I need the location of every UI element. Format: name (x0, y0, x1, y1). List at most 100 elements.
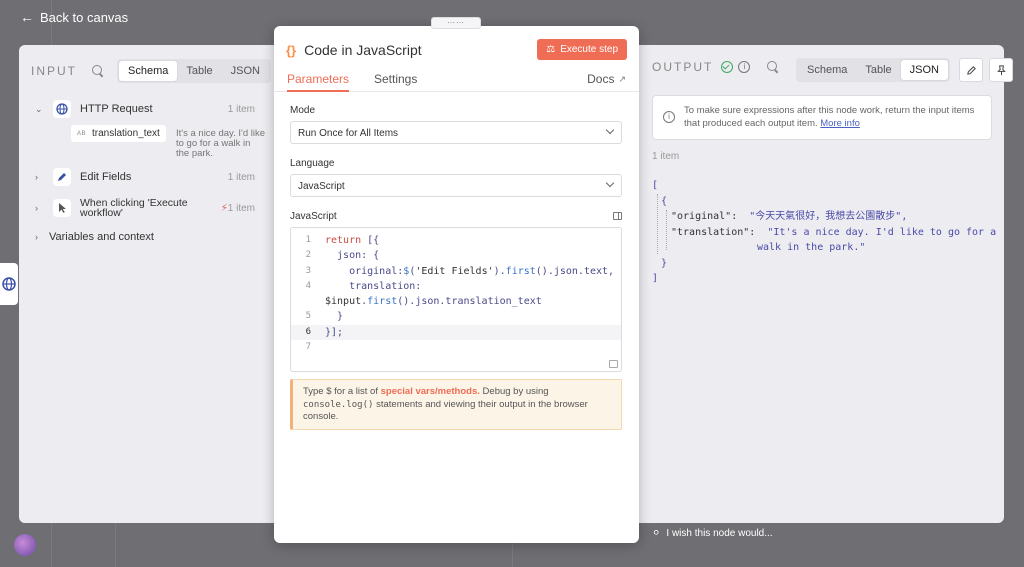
info-icon[interactable]: i (738, 61, 751, 73)
tab-settings[interactable]: Settings (374, 72, 417, 86)
side-globe-icon[interactable] (0, 263, 18, 305)
pointer-icon (53, 199, 71, 217)
chevron-right-icon[interactable]: › (35, 203, 49, 213)
code-line: 7 (305, 342, 311, 353)
output-notice: i To make sure expressions after this no… (652, 95, 992, 140)
output-view-schema[interactable]: Schema (798, 60, 856, 80)
json-close-brace: } (661, 257, 668, 269)
output-view-toggle: Schema Table JSON (796, 58, 950, 82)
json-row-translation[interactable]: "translation": "It's a nice day. I'd lik… (652, 225, 997, 241)
input-title: INPUT (31, 64, 77, 78)
canvas-divider (115, 523, 116, 567)
code-line: 3 original:$('Edit Fields').first().json… (305, 265, 615, 277)
code-line: $input.first().json.translation_text (325, 296, 542, 308)
pin-icon (996, 64, 1006, 75)
input-header: INPUT Schema Table JSON (31, 59, 271, 83)
code-line: 1 return [{ (305, 235, 380, 246)
canvas-divider (512, 543, 513, 567)
code-editor[interactable]: 1 return [{ 2 json: { 3 original:$('Edit … (290, 227, 622, 372)
code-label: JavaScript (290, 211, 337, 222)
language-select[interactable]: JavaScript (290, 174, 622, 197)
code-hint: Type $ for a list of special vars/method… (290, 379, 622, 430)
modal-title-row: {} Code in JavaScript ⚖ Execute step (286, 39, 627, 60)
tree-node-edit-fields[interactable]: › Edit Fields 1 item (35, 167, 267, 187)
tab-parameters[interactable]: Parameters (287, 72, 349, 86)
code-line: 4 translation: (305, 280, 422, 292)
mode-select[interactable]: Run Once for All Items (290, 121, 622, 144)
special-vars-link[interactable]: special vars/methods. (381, 386, 480, 397)
search-icon[interactable] (91, 64, 105, 78)
output-title: OUTPUT (652, 60, 714, 74)
code-line-active: 6}]; (291, 324, 621, 341)
flask-icon: ⚖ (546, 44, 556, 55)
node-name: HTTP Request (80, 103, 153, 115)
pin-output-button[interactable] (989, 58, 1013, 82)
input-view-json[interactable]: JSON (222, 61, 269, 81)
node-item-count: ⚡1 item (220, 202, 255, 214)
output-panel: OUTPUT i Schema Table JSON i To make sur… (639, 45, 1013, 523)
json-output: [ { "original": "今天天氣很好，我想去公園散步", "trans… (652, 178, 997, 287)
trigger-bolt-icon: ⚡ (220, 202, 228, 214)
schema-tree: ⌄ HTTP Request 1 item AB translation_tex… (35, 99, 267, 247)
expand-editor-icon[interactable] (613, 212, 622, 220)
json-close-bracket: ] (652, 273, 659, 284)
pen-icon (53, 168, 71, 186)
output-view-json[interactable]: JSON (900, 60, 948, 80)
tree-node-manual-trigger[interactable]: › When clicking 'Execute workflow' ⚡1 ite… (35, 197, 267, 219)
input-view-schema[interactable]: Schema (119, 61, 178, 81)
docs-link[interactable]: Docs ↗ (587, 72, 626, 86)
node-item-count: 1 item (227, 171, 255, 183)
chevron-down-icon[interactable]: ⌄ (35, 104, 49, 115)
avatar[interactable] (14, 534, 36, 556)
schema-field: AB translation_text It's a nice day. I'd… (71, 125, 267, 165)
pencil-icon (966, 65, 976, 75)
tree-node-http-request[interactable]: ⌄ HTTP Request 1 item (35, 99, 267, 119)
chevron-down-icon (605, 178, 615, 188)
editor-resize-icon[interactable] (609, 360, 618, 368)
modal-title: Code in JavaScript (304, 42, 422, 58)
mode-label: Mode (290, 105, 316, 116)
language-label: Language (290, 158, 335, 169)
chevron-down-icon (605, 125, 615, 135)
field-value: It's a nice day. I'd like to go for a wa… (176, 128, 265, 159)
arrow-left-icon: ← (20, 9, 34, 25)
node-name: Variables and context (49, 231, 154, 243)
string-type-icon: AB (77, 130, 87, 137)
node-item-count: 1 item (227, 103, 255, 115)
lightbulb-icon: ⚪ (652, 528, 661, 539)
more-info-link[interactable]: More info (820, 118, 860, 129)
feedback-prompt[interactable]: ⚪ I wish this node would... (652, 528, 773, 539)
json-row-translation-cont: walk in the park." (757, 242, 866, 253)
back-to-canvas-button[interactable]: ← Back to canvas (20, 9, 128, 25)
search-icon[interactable] (766, 60, 780, 74)
edit-output-button[interactable] (959, 58, 983, 82)
back-to-canvas-label: Back to canvas (40, 9, 129, 25)
active-tab-indicator (287, 90, 349, 92)
json-row-original[interactable]: "original": "今天天氣很好，我想去公園散步", (652, 209, 997, 225)
field-name: translation_text (92, 128, 160, 139)
success-check-icon (721, 61, 734, 73)
code-line: 2 json: { (305, 250, 380, 262)
input-view-table[interactable]: Table (177, 61, 221, 81)
input-panel: INPUT Schema Table JSON ⌄ HTTP Request 1… (19, 45, 274, 523)
code-line: 5 } (305, 311, 344, 323)
code-node-modal: ⋯⋯ {} Code in JavaScript ⚖ Execute step … (274, 17, 639, 543)
output-view-table[interactable]: Table (856, 60, 900, 80)
info-icon: i (663, 111, 675, 123)
drag-handle[interactable]: ⋯⋯ (431, 17, 481, 29)
external-link-icon: ↗ (618, 73, 626, 84)
code-braces-icon: {} (286, 42, 297, 58)
output-header: OUTPUT i (652, 60, 780, 74)
node-name: Edit Fields (80, 171, 132, 183)
tree-node-variables[interactable]: › Variables and context (35, 227, 267, 247)
globe-icon (53, 100, 71, 118)
chevron-right-icon[interactable]: › (35, 172, 49, 182)
json-open-brace: { (661, 195, 668, 207)
execute-step-button[interactable]: ⚖ Execute step (537, 39, 627, 60)
execute-step-label: Execute step (560, 44, 618, 55)
input-view-toggle: Schema Table JSON (117, 59, 271, 83)
chevron-right-icon[interactable]: › (35, 232, 49, 242)
field-chip-translation-text[interactable]: AB translation_text (71, 125, 166, 142)
modal-tabs: Parameters Settings Docs ↗ (274, 66, 639, 92)
node-name: When clicking 'Execute workflow' (80, 197, 188, 219)
